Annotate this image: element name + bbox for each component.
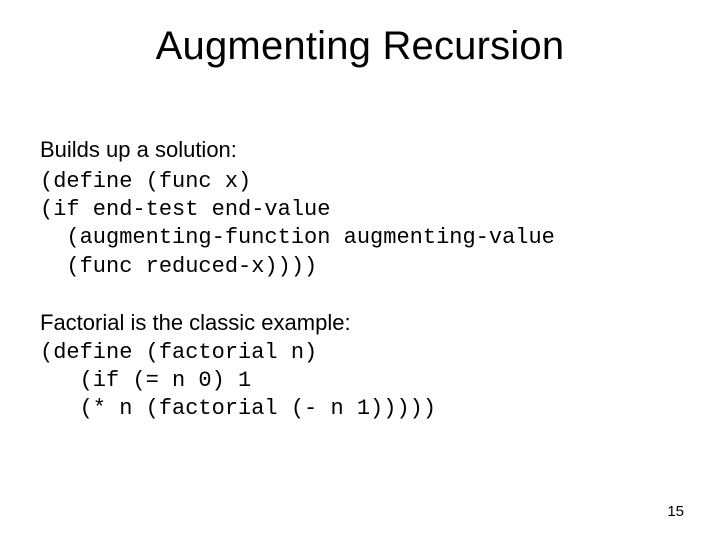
- code-line: (augmenting-function augmenting-value: [40, 225, 555, 250]
- page-number: 15: [667, 503, 684, 520]
- code-line: (func reduced-x)))): [40, 254, 317, 279]
- spacer: [40, 281, 680, 309]
- code-block-1: (define (func x) (if end-test end-value …: [40, 168, 680, 281]
- lead-text-2: Factorial is the classic example:: [40, 309, 680, 337]
- code-line: (if (= n 0) 1: [40, 368, 251, 393]
- code-line: (* n (factorial (- n 1))))): [40, 396, 436, 421]
- code-block-2: (define (factorial n) (if (= n 0) 1 (* n…: [40, 339, 680, 423]
- code-line: (define (factorial n): [40, 340, 317, 365]
- code-line: (define (func x): [40, 169, 251, 194]
- code-line: (if end-test end-value: [40, 197, 330, 222]
- slide: Augmenting Recursion Builds up a solutio…: [0, 0, 720, 540]
- slide-body: Builds up a solution: (define (func x) (…: [40, 136, 680, 423]
- lead-text-1: Builds up a solution:: [40, 136, 680, 164]
- slide-title: Augmenting Recursion: [0, 24, 720, 69]
